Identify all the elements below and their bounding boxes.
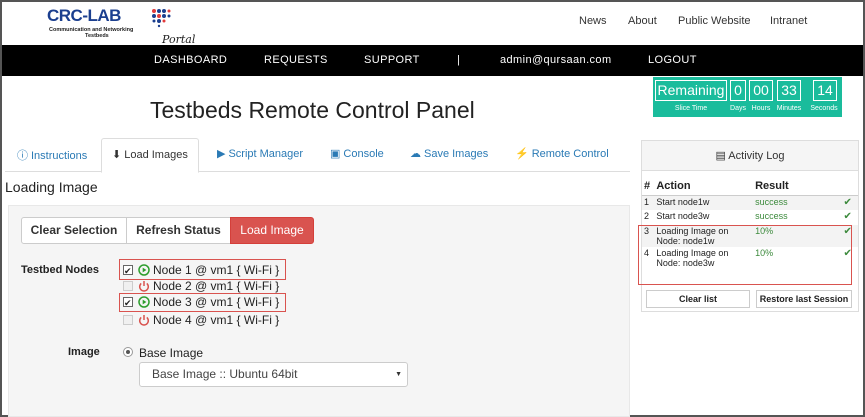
logo-text: CRC-LAB bbox=[47, 6, 121, 25]
timer-remaining-label: Remaining bbox=[655, 80, 727, 101]
base-image-radio[interactable] bbox=[123, 347, 133, 357]
tab-script-manager[interactable]: ▶ Script Manager bbox=[217, 147, 303, 160]
tab-console[interactable]: ▣ Console bbox=[330, 147, 384, 160]
timer-seconds: 14 bbox=[813, 80, 837, 101]
clear-list-button[interactable]: Clear list bbox=[646, 290, 750, 308]
node-3-row[interactable]: Node 3 @ vm1 { Wi-Fi } bbox=[123, 293, 279, 312]
nav-dashboard[interactable]: DASHBOARD bbox=[154, 54, 227, 66]
play-icon: ▶ bbox=[217, 148, 226, 160]
logo-subtitle-2: Testbeds bbox=[85, 33, 109, 39]
col-num: # bbox=[642, 177, 655, 196]
timer-minutes-label: Minutes bbox=[776, 105, 802, 112]
tab-remote-control[interactable]: ⚡ Remote Control bbox=[515, 147, 609, 160]
power-off-icon bbox=[138, 315, 150, 326]
check-icon: ✔ bbox=[843, 211, 852, 222]
nav-support[interactable]: SUPPORT bbox=[364, 54, 420, 66]
slice-timer: Remaining Slice Time 0 Days 00 Hours 33 … bbox=[653, 77, 842, 117]
testbed-nodes-label: Testbed Nodes bbox=[21, 264, 100, 276]
tab-load-images[interactable]: ⬇ Load Images bbox=[101, 138, 199, 173]
nav-logout[interactable]: LOGOUT bbox=[648, 54, 697, 66]
load-image-button[interactable]: Load Image bbox=[230, 217, 314, 244]
console-icon: ▣ bbox=[330, 148, 341, 160]
power-off-icon bbox=[138, 281, 150, 292]
timer-days: 0 bbox=[730, 80, 746, 101]
nav-about[interactable]: About bbox=[628, 15, 657, 27]
check-icon: ✔ bbox=[837, 195, 858, 210]
table-row: 1 Start node1w success ✔ bbox=[642, 195, 858, 210]
download-icon: ⬇ bbox=[112, 149, 122, 161]
main-nav: DASHBOARD REQUESTS SUPPORT | admin@qursa… bbox=[2, 45, 863, 76]
power-on-icon bbox=[138, 264, 150, 276]
crc-lab-logo[interactable]: CRC-LAB Communication and Networking Tes… bbox=[47, 6, 217, 46]
info-icon: ⓘ bbox=[17, 150, 28, 162]
nav-public-website[interactable]: Public Website bbox=[678, 15, 751, 27]
power-on-icon bbox=[138, 296, 150, 308]
timer-hours: 00 bbox=[749, 80, 773, 101]
image-select[interactable]: Base Image :: Ubuntu 64bit ▼ bbox=[139, 362, 408, 387]
activity-log-header: ▤ Activity Log bbox=[642, 141, 858, 171]
nav-requests[interactable]: REQUESTS bbox=[264, 54, 328, 66]
timer-minutes: 33 bbox=[777, 80, 801, 101]
col-result: Result bbox=[753, 177, 838, 196]
nav-user-email[interactable]: admin@qursaan.com bbox=[500, 54, 612, 66]
timer-hours-label: Hours bbox=[751, 105, 771, 112]
section-title: Loading Image bbox=[5, 179, 98, 195]
tab-instructions[interactable]: ⓘ Instructions bbox=[17, 147, 87, 163]
top-bar: CRC-LAB Communication and Networking Tes… bbox=[2, 2, 863, 46]
refresh-status-button[interactable]: Refresh Status bbox=[126, 217, 231, 244]
node-4-checkbox[interactable] bbox=[123, 315, 133, 325]
list-icon: ▤ bbox=[715, 150, 726, 162]
node-1-checkbox[interactable] bbox=[123, 262, 133, 280]
image-label: Image bbox=[68, 346, 100, 358]
chevron-down-icon: ▼ bbox=[395, 371, 402, 378]
tab-bar: ⓘ Instructions ⬇ Load Images ▶ Script Manag… bbox=[5, 138, 630, 173]
nav-separator: | bbox=[457, 54, 461, 66]
node-4-row[interactable]: Node 4 @ vm1 { Wi-Fi } bbox=[123, 311, 279, 329]
base-image-radio-label: Base Image bbox=[139, 346, 204, 360]
node-2-checkbox[interactable] bbox=[123, 281, 133, 291]
table-row: 2 Start node3w success ✔ bbox=[642, 210, 858, 225]
cloud-upload-icon: ☁ bbox=[410, 148, 421, 160]
node-3-checkbox[interactable] bbox=[123, 294, 133, 312]
page-title: Testbeds Remote Control Panel bbox=[150, 97, 475, 123]
timer-seconds-label: Seconds bbox=[810, 105, 838, 112]
loading-rows-highlight bbox=[638, 225, 852, 285]
logo-dots-icon bbox=[152, 9, 171, 28]
timer-slice-time-label: Slice Time bbox=[674, 105, 708, 112]
flash-icon: ⚡ bbox=[515, 148, 529, 160]
restore-session-button[interactable]: Restore last Session bbox=[756, 290, 852, 308]
timer-days-label: Days bbox=[730, 105, 746, 112]
tab-save-images[interactable]: ☁ Save Images bbox=[410, 147, 488, 160]
clear-selection-button[interactable]: Clear Selection bbox=[21, 217, 127, 244]
nav-news[interactable]: News bbox=[579, 15, 607, 27]
col-action: Action bbox=[654, 177, 754, 196]
nav-intranet[interactable]: Intranet bbox=[770, 15, 807, 27]
